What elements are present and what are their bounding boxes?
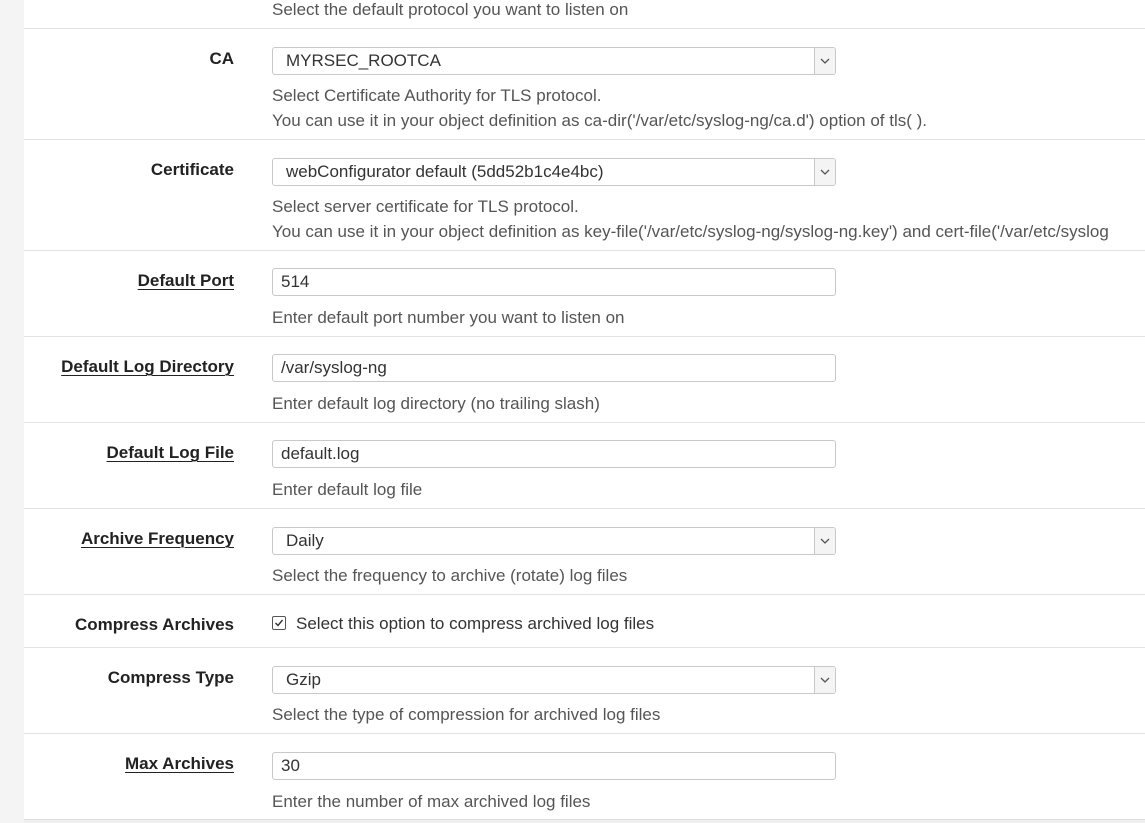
compress-archives-option-text: Select this option to compress archived … (296, 614, 655, 633)
archive-frequency-value: Daily (286, 531, 324, 550)
default-log-directory-value: /var/syslog-ng (281, 358, 387, 377)
default-log-file-value: default.log (281, 444, 360, 463)
ca-help-line2: You can use it in your object definition… (272, 111, 928, 130)
certificate-select-value: webConfigurator default (5dd52b1c4e4bc) (286, 162, 604, 181)
default-log-file-label[interactable]: Default Log File (107, 443, 235, 463)
row-certificate: Certificate webConfigurator default (5dd… (24, 140, 1145, 251)
certificate-select[interactable]: webConfigurator default (5dd52b1c4e4bc) (272, 158, 836, 186)
panel-bottom-edge (24, 819, 1145, 823)
row-default-port: Default Port 514 Enter default port numb… (24, 251, 1145, 337)
default-port-help: Enter default port number you want to li… (272, 308, 625, 327)
ca-select[interactable]: MYRSEC_ROOTCA (272, 47, 836, 75)
default-log-file-help: Enter default log file (272, 480, 423, 499)
settings-form-panel: Select the default protocol you want to … (24, 0, 1145, 820)
chevron-down-icon[interactable] (814, 48, 835, 74)
default-port-value: 514 (281, 272, 310, 291)
left-gutter (0, 0, 25, 823)
certificate-help-line1: Select server certificate for TLS protoc… (272, 197, 579, 216)
compress-type-value: Gzip (286, 670, 321, 689)
certificate-label: Certificate (150, 160, 234, 179)
compress-type-select[interactable]: Gzip (272, 666, 836, 694)
chevron-down-icon[interactable] (814, 528, 835, 554)
compress-type-label: Compress Type (107, 668, 234, 687)
row-compress-type: Compress Type Gzip Select the type of co… (24, 648, 1145, 734)
row-protocol: Select the default protocol you want to … (24, 0, 1145, 29)
ca-select-value: MYRSEC_ROOTCA (286, 51, 441, 70)
chevron-down-icon[interactable] (814, 667, 835, 693)
max-archives-help: Enter the number of max archived log fil… (272, 792, 591, 811)
row-archive-frequency: Archive Frequency Daily Select the frequ… (24, 509, 1145, 595)
default-log-file-input[interactable]: default.log (272, 440, 836, 468)
archive-frequency-help: Select the frequency to archive (rotate)… (272, 566, 628, 585)
compress-type-help: Select the type of compression for archi… (272, 705, 661, 724)
compress-archives-checkbox[interactable] (272, 616, 286, 630)
archive-frequency-label[interactable]: Archive Frequency (81, 529, 234, 549)
row-default-log-file: Default Log File default.log Enter defau… (24, 423, 1145, 509)
row-max-archives: Max Archives 30 Enter the number of max … (24, 734, 1145, 820)
row-default-log-directory: Default Log Directory /var/syslog-ng Ent… (24, 337, 1145, 423)
compress-archives-label: Compress Archives (74, 615, 234, 634)
ca-help-line1: Select Certificate Authority for TLS pro… (272, 86, 602, 105)
max-archives-value: 30 (281, 756, 300, 775)
protocol-help: Select the default protocol you want to … (272, 0, 629, 19)
default-log-directory-input[interactable]: /var/syslog-ng (272, 354, 836, 382)
compress-archives-option[interactable]: Select this option to compress archived … (272, 614, 654, 634)
row-ca: CA MYRSEC_ROOTCA Select Certificate Auth… (24, 29, 1145, 140)
default-log-directory-label[interactable]: Default Log Directory (61, 357, 234, 377)
row-compress-archives: Compress Archives Select this option to … (24, 595, 1145, 648)
default-log-directory-help: Enter default log directory (no trailing… (272, 394, 600, 413)
settings-page: Select the default protocol you want to … (0, 0, 1145, 823)
chevron-down-icon[interactable] (814, 159, 835, 185)
default-port-input[interactable]: 514 (272, 268, 836, 296)
archive-frequency-select[interactable]: Daily (272, 527, 836, 555)
ca-label: CA (209, 49, 234, 68)
max-archives-input[interactable]: 30 (272, 752, 836, 780)
default-port-label[interactable]: Default Port (138, 271, 234, 291)
certificate-help-line2: You can use it in your object definition… (272, 222, 1109, 241)
max-archives-label[interactable]: Max Archives (125, 754, 234, 774)
